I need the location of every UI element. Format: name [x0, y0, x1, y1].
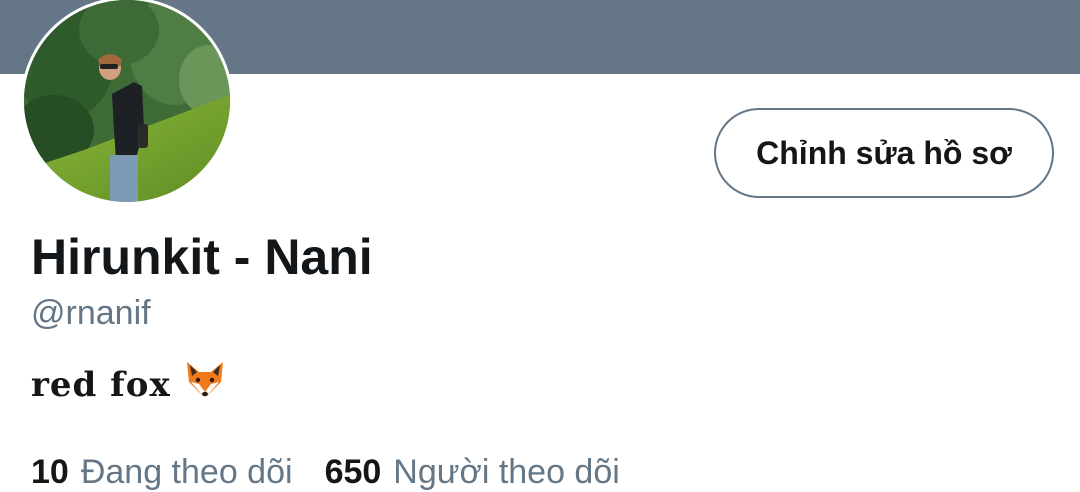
edit-profile-button[interactable]: Chỉnh sửa hồ sơ	[714, 108, 1054, 198]
username-handle: @rnanif	[31, 294, 151, 332]
followers-label: Người theo dõi	[393, 453, 620, 491]
fox-face-icon	[183, 360, 227, 409]
following-label: Đang theo dõi	[80, 453, 293, 491]
display-name: Hirunkit - Nani	[31, 229, 373, 285]
followers-link[interactable]: 650 Người theo dõi	[325, 453, 620, 492]
bio-text: red fox	[31, 364, 171, 405]
edit-profile-label: Chỉnh sửa hồ sơ	[756, 134, 1012, 171]
follow-stats: 10 Đang theo dõi 650 Người theo dõi	[31, 453, 620, 492]
avatar-photo	[24, 0, 230, 202]
profile-bio: red fox	[31, 360, 227, 409]
followers-count: 650	[324, 453, 382, 491]
following-link[interactable]: 10 Đang theo dõi	[31, 453, 293, 492]
avatar[interactable]	[24, 0, 230, 202]
following-count: 10	[31, 453, 69, 491]
